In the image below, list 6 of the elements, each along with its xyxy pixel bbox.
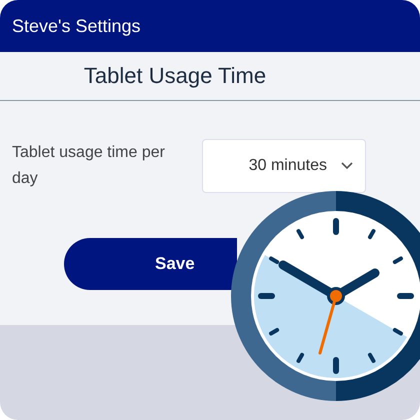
window-title: Steve's Settings	[12, 16, 141, 36]
save-button[interactable]: Save	[64, 238, 237, 290]
chevron-down-icon	[341, 162, 353, 170]
page-heading: Tablet Usage Time	[84, 63, 266, 89]
time-dropdown[interactable]: 30 minutes	[202, 139, 366, 193]
setting-label: Tablet usage time per day	[12, 143, 166, 189]
